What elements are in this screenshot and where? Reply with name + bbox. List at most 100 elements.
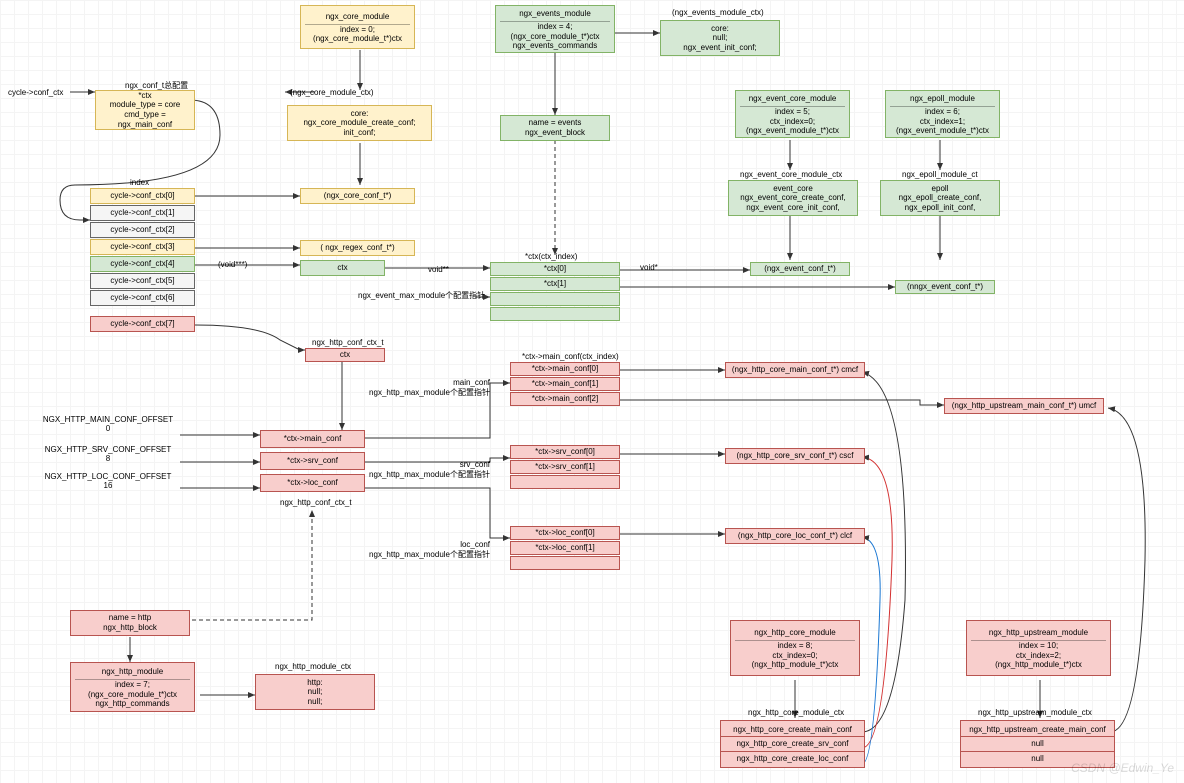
epoll-module-title: ngx_epoll_module	[890, 92, 995, 107]
box-core-mod-ctx: core: ngx_core_module_create_conf; init_…	[287, 105, 432, 141]
http-upstream-ctx-l1: ngx_http_upstream_create_main_conf	[961, 723, 1114, 738]
label-http-conf-ctx-t-bot: ngx_http_conf_ctx_t	[280, 498, 352, 507]
conf-t-l3: cmd_type = ngx_main_conf	[100, 110, 190, 129]
box-event-core-module: ngx_event_core_module index = 5; ctx_ind…	[735, 90, 850, 138]
conf-ctx-6: cycle->conf_ctx[6]	[90, 290, 195, 306]
box-event-core-ctx: event_core ngx_event_core_create_conf, n…	[728, 180, 858, 216]
box-ctx-green: ctx	[300, 260, 385, 276]
box-main0: *ctx->main_conf[0]	[510, 362, 620, 376]
box-core-conf-t: (ngx_core_conf_t*)	[300, 188, 415, 204]
core-module-title: ngx_core_module	[305, 10, 410, 25]
box-ctx2	[490, 292, 620, 306]
http-upstream-module-l3: (ngx_http_module_t*)ctx	[995, 660, 1082, 670]
box-cscf: (ngx_http_core_srv_conf_t*) cscf	[725, 448, 865, 464]
box-ctx-main: *ctx->main_conf	[260, 430, 365, 448]
http-upstream-module-title: ngx_http_upstream_module	[971, 626, 1106, 641]
http-core-ctx-l3: ngx_http_core_create_loc_conf	[721, 752, 864, 766]
box-events-block: name = events ngx_event_block	[500, 115, 610, 141]
box-ctx3	[490, 307, 620, 321]
box-ctx1: *ctx[1]	[490, 277, 620, 291]
http-core-module-l3: (ngx_http_module_t*)ctx	[752, 660, 839, 670]
event-core-module-l2: ctx_index=0;	[770, 117, 815, 127]
epoll-ctx-l3: ngx_epoll_init_conf,	[905, 203, 976, 213]
label-core-module-ctx: (ngx_core_module_ctx)	[290, 88, 374, 97]
event-core-ctx-l1: event_core	[773, 184, 813, 194]
events-block-l1: name = events	[529, 118, 582, 128]
http-module-l1: index = 7;	[115, 680, 150, 690]
core-mod-ctx-l1: core:	[351, 109, 369, 119]
box-regex-conf-t: ( ngx_regex_conf_t*)	[300, 240, 415, 256]
box-name-http: name = http ngx_http_block	[70, 610, 190, 636]
box-umcf: (ngx_http_upstream_main_conf_t*) umcf	[944, 398, 1104, 414]
box-events-module: ngx_events_module index = 4; (ngx_core_m…	[495, 5, 615, 53]
label-loc-conf: loc_conf ngx_http_max_module个配置指针	[360, 540, 490, 560]
label-voidptr3: (void***)	[218, 260, 247, 269]
epoll-ctx-l1: epoll	[932, 184, 949, 194]
box-core-module: ngx_core_module index = 0; (ngx_core_mod…	[300, 5, 415, 49]
conf-ctx-3: cycle->conf_ctx[3]	[90, 239, 195, 255]
conf-t-l1: *ctx	[138, 91, 151, 101]
label-srv-conf: srv_conf ngx_http_max_module个配置指针	[360, 460, 490, 480]
events-module-title: ngx_events_module	[500, 7, 610, 22]
epoll-module-l2: ctx_index=1;	[920, 117, 965, 127]
box-srv1: *ctx->srv_conf[1]	[510, 460, 620, 474]
events-module-l3: ngx_events_commands	[513, 41, 598, 51]
label-event-core-ctx: ngx_event_core_module_ctx	[740, 170, 842, 179]
events-module-l2: (ngx_core_module_t*)ctx	[511, 32, 600, 42]
box-http-module: ngx_http_module index = 7; (ngx_core_mod…	[70, 662, 195, 712]
label-http-conf-ctx-t-top: ngx_http_conf_ctx_t	[312, 338, 384, 347]
box-srv-spare	[510, 475, 620, 489]
box-cmcf: (ngx_http_core_main_conf_t*) cmcf	[725, 362, 865, 378]
box-loc0: *ctx->loc_conf[0]	[510, 526, 620, 540]
box-loc-spare	[510, 556, 620, 570]
events-ctx-l2: null;	[713, 33, 728, 43]
events-ctx-l3: ngx_event_init_conf;	[683, 43, 756, 53]
box-http-mod-ctx: http: null; null;	[255, 674, 375, 710]
label-loc-offset: NGX_HTTP_LOC_CONF_OFFSET 16	[38, 472, 178, 490]
http-module-l2: (ngx_core_module_t*)ctx	[88, 690, 177, 700]
http-mod-ctx-l2: null;	[308, 687, 323, 697]
label-cycle-conf-ctx: cycle->conf_ctx	[8, 88, 63, 97]
box-srv0: *ctx->srv_conf[0]	[510, 445, 620, 459]
core-module-l1: index = 0;	[340, 25, 375, 35]
events-module-l1: index = 4;	[538, 22, 573, 32]
http-upstream-module-l1: index = 10;	[1019, 641, 1058, 651]
label-epoll-ctx: ngx_epoll_module_ct	[902, 170, 978, 179]
event-core-module-title: ngx_event_core_module	[740, 92, 845, 107]
http-mod-ctx-l3: null;	[308, 697, 323, 707]
conf-ctx-4: cycle->conf_ctx[4]	[90, 256, 195, 272]
http-core-module-l1: index = 8;	[778, 641, 813, 651]
core-module-l2: (ngx_core_module_t*)ctx	[313, 34, 402, 44]
box-ctx0: *ctx[0]	[490, 262, 620, 276]
label-main-offset: NGX_HTTP_MAIN_CONF_OFFSET 0	[38, 415, 178, 433]
conf-ctx-1: cycle->conf_ctx[1]	[90, 205, 195, 221]
http-module-l3: ngx_http_commands	[95, 699, 169, 709]
epoll-module-l1: index = 6;	[925, 107, 960, 117]
conf-ctx-7: cycle->conf_ctx[7]	[90, 316, 195, 332]
label-http-module-ctx: ngx_http_module_ctx	[275, 662, 351, 671]
core-mod-ctx-l3: init_conf;	[343, 128, 375, 138]
label-index: index	[130, 178, 149, 187]
events-ctx-l1: core:	[711, 24, 729, 34]
http-module-title: ngx_http_module	[75, 665, 190, 680]
box-loc1: *ctx->loc_conf[1]	[510, 541, 620, 555]
box-clcf: (ngx_http_core_loc_conf_t*) clcf	[725, 528, 865, 544]
http-core-module-title: ngx_http_core_module	[735, 626, 855, 641]
label-ctx-ctx-index: *ctx(ctx_index)	[525, 252, 577, 261]
conf-t-l2: module_type = core	[110, 100, 181, 110]
label-srv-offset: NGX_HTTP_SRV_CONF_OFFSET 8	[38, 445, 178, 463]
label-voidptrptr: void**	[428, 265, 449, 274]
box-http-upstream-module: ngx_http_upstream_module index = 10; ctx…	[966, 620, 1111, 676]
http-core-module-l2: ctx_index=0;	[772, 651, 817, 661]
event-core-ctx-l2: ngx_event_core_create_conf,	[740, 193, 845, 203]
label-voidptr: void*	[640, 263, 658, 272]
label-events-module-ctx: (ngx_events_module_ctx)	[672, 8, 764, 17]
event-core-module-l1: index = 5;	[775, 107, 810, 117]
http-upstream-ctx-l2: null	[961, 737, 1114, 752]
label-event-max: ngx_event_max_module个配置指针	[358, 290, 485, 301]
label-main-conf: main_conf ngx_http_max_module个配置指针	[360, 378, 490, 398]
label-http-upstream-module-ctx: ngx_http_upstream_module_ctx	[978, 708, 1092, 717]
label-http-core-module-ctx: ngx_http_core_module_ctx	[748, 708, 844, 717]
events-block-l2: ngx_event_block	[525, 128, 585, 138]
http-mod-ctx-l1: http:	[307, 678, 323, 688]
